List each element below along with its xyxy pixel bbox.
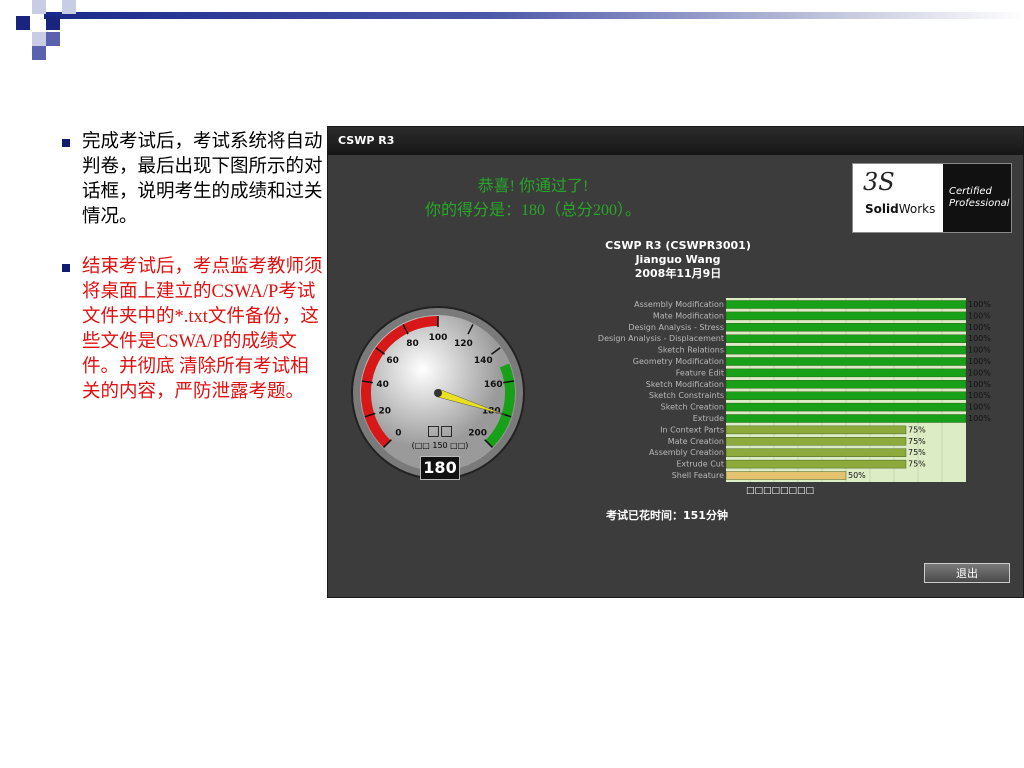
exit-button[interactable]: 退出 — [924, 563, 1010, 583]
bar-category-label: Geometry Modification — [633, 357, 724, 366]
bar-value-label: 100% — [968, 368, 991, 377]
bullet-list: 完成考试后，考试系统将自动判卷，最后出现下图所示的对话框，说明考生的成绩和过关情… — [62, 130, 324, 430]
bar-value-label: 75% — [908, 460, 926, 469]
bar-category-label: Sketch Relations — [658, 346, 724, 355]
decoration-square — [46, 32, 60, 46]
gauge-tick-label: 160 — [484, 380, 503, 390]
score-bar — [725, 402, 967, 412]
gauge-hub — [434, 389, 442, 397]
score-bar — [725, 334, 967, 343]
logo-works: Works — [898, 202, 936, 216]
gauge-tick-label: 80 — [406, 339, 419, 349]
logo-solid: Solid — [865, 202, 899, 216]
bar-category-label: Assembly Modification — [634, 300, 724, 309]
bar-value-label: 100% — [968, 357, 991, 366]
gauge-sublabel: (□□ 150 □□) — [411, 441, 469, 450]
solidworks-logo: 3S SolidWorks Certified Professional — [852, 163, 1012, 233]
gauge-tick-label: 40 — [376, 380, 389, 390]
bar-category-label: Mate Creation — [668, 437, 724, 446]
gauge-tick-label: 140 — [474, 356, 493, 366]
score-bar — [725, 323, 967, 332]
bar-value-label: 100% — [968, 414, 991, 423]
exam-title: CSWP R3 (CSWPR3001) — [605, 239, 751, 252]
score-bar — [725, 414, 967, 423]
bar-value-label: 100% — [968, 380, 991, 389]
decoration-square — [32, 0, 46, 14]
bar-value-label: 100% — [968, 311, 991, 320]
bar-value-label: 100% — [968, 391, 991, 400]
bar-category-label: Sketch Constraints — [649, 391, 724, 400]
score-bar — [725, 300, 967, 309]
title-decoration-bar — [44, 12, 1024, 19]
score-bar — [725, 459, 907, 469]
badge-certified: Certified — [949, 186, 992, 197]
congrats-line: 恭喜! 你通过了! — [477, 178, 589, 195]
decoration-square — [32, 46, 46, 60]
bar-category-label: Feature Edit — [676, 368, 724, 377]
bar-category-label: Design Analysis - Displacement — [598, 334, 724, 343]
ds-logo-icon: 3S — [863, 168, 895, 196]
gauge-tick-label: 60 — [386, 356, 399, 366]
logo-wordmark: SolidWorks — [865, 202, 935, 216]
bar-value-label: 100% — [968, 346, 991, 355]
decoration-square — [16, 16, 30, 30]
bullet-marker — [62, 264, 70, 272]
bar-value-label: 100% — [968, 323, 991, 332]
bar-category-label: Sketch Modification — [646, 380, 724, 389]
chart-legend: □□□□□□□□ — [746, 486, 815, 496]
bar-category-label: Extrude Cut — [676, 460, 724, 469]
exam-info: CSWP R3 (CSWPR3001) Jianguo Wang 2008年11… — [548, 239, 808, 281]
gauge-tick-label: 20 — [378, 406, 391, 416]
gauge-tick-label: 100 — [429, 333, 448, 343]
bar-category-label: In Context Parts — [660, 425, 724, 434]
decoration-square — [62, 0, 76, 14]
bar-value-label: 100% — [968, 403, 991, 412]
bar-value-label: 75% — [908, 448, 926, 457]
gauge-tick-label: 0 — [395, 429, 401, 439]
bullet-text: 结束考试后，考点监考教师须将桌面上建立的CSWA/P考试文件夹中的*.txt文件… — [82, 257, 323, 402]
result-dialog: CSWP R3 恭喜! 你通过了! 你的得分是：180（总分200）。 3S S… — [327, 126, 1024, 598]
gauge-tick-label: 120 — [454, 339, 473, 349]
score-line: 你的得分是：180（总分200）。 — [424, 202, 641, 219]
score-bar — [725, 391, 967, 400]
elapsed-time: 考试已花时间：151分钟 — [606, 509, 728, 522]
bullet-marker — [62, 139, 70, 147]
certified-professional-badge: Certified Professional — [943, 164, 1011, 232]
badge-professional: Professional — [949, 198, 1010, 209]
decoration-square — [32, 32, 46, 46]
bar-value-label: 100% — [968, 300, 991, 309]
gauge-value: 180 — [420, 456, 460, 480]
bar-category-label: Sketch Creation — [661, 403, 724, 412]
score-bar — [725, 471, 847, 480]
bar-value-label: 100% — [968, 334, 991, 343]
candidate-name: Jianguo Wang — [635, 253, 721, 266]
score-bar — [725, 437, 907, 446]
bullet-text: 完成考试后，考试系统将自动判卷，最后出现下图所示的对话框，说明考生的成绩和过关情… — [82, 132, 323, 227]
score-bar — [725, 357, 967, 366]
score-bar — [725, 368, 967, 378]
bar-category-label: Extrude — [693, 414, 724, 423]
bullet-item: 结束考试后，考点监考教师须将桌面上建立的CSWA/P考试文件夹中的*.txt文件… — [62, 255, 324, 405]
score-bar — [725, 311, 967, 321]
gauge-label: □□ — [426, 423, 454, 439]
score-bar — [725, 380, 967, 389]
bar-category-label: Shell Feature — [672, 471, 724, 480]
bar-category-label: Design Analysis - Stress — [628, 323, 724, 332]
score-bar-chart: Assembly Modification 100% Mate Modificati… — [598, 298, 991, 482]
bar-category-label: Assembly Creation — [649, 448, 724, 457]
bar-value-label: 75% — [908, 437, 926, 446]
score-bar — [725, 425, 907, 435]
bar-category-label: Mate Modification — [653, 311, 724, 320]
exam-date: 2008年11月9日 — [634, 267, 722, 280]
bullet-item: 完成考试后，考试系统将自动判卷，最后出现下图所示的对话框，说明考生的成绩和过关情… — [62, 130, 324, 230]
score-bar — [725, 448, 907, 457]
gauge-tick-label: 200 — [468, 429, 487, 439]
dialog-title: CSWP R3 — [328, 127, 1023, 155]
congrats-message: 恭喜! 你通过了! 你的得分是：180（总分200）。 — [368, 175, 698, 223]
bar-value-label: 75% — [908, 425, 926, 434]
decoration-square — [46, 16, 60, 30]
score-bar — [725, 345, 967, 355]
bar-value-label: 50% — [848, 471, 866, 480]
